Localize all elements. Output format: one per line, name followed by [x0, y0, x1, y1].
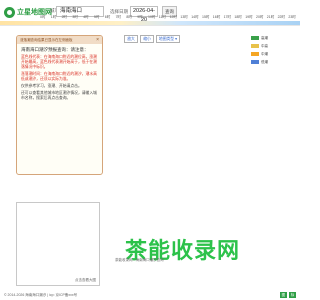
thumbnail-caption: 点击查看大图 [75, 278, 96, 282]
tide-hour-tick: 23时 [288, 15, 296, 19]
tide-hour-tick: 4时 [83, 15, 89, 19]
tide-info-panel: 涨落潮查询结果已显示在左侧面板 × 海南海口潮汐预报查询：请注意： 蓝色线代表：… [16, 35, 103, 175]
legend-label: 低潮 [261, 60, 268, 64]
tide-hour-tick: 7时 [115, 15, 122, 19]
footer-icons: 图 标 [279, 292, 296, 298]
panel-paragraph-1: 蓝色线代表：在海南海口附近的潮位高，涨潮开始最高，蓝色线代表潮开始高于，低于在潮… [21, 55, 97, 69]
tide-hour-tick: 15时 [202, 15, 210, 19]
legend-item: 低潮 [251, 59, 281, 65]
tide-hour-tick: 6时 [104, 15, 111, 19]
tide-hour-tick: 9时 [137, 15, 143, 19]
tide-hour-tick: 21时 [266, 15, 275, 19]
watermark-subtext: 茶能收录网 - 海南海口潮汐查询 [115, 258, 164, 262]
legend-swatch [251, 60, 259, 64]
tide-hour-tick: 2时 [61, 15, 68, 19]
tide-hour-tick: 22时 [277, 15, 285, 19]
tide-hour-tick: 16时 [212, 15, 221, 19]
footer-icon-1[interactable]: 图 [279, 292, 287, 298]
legend-label: 中高 [261, 44, 268, 48]
tide-hour-tick: 18时 [234, 15, 242, 19]
panel-header: 涨落潮查询结果已显示在左侧面板 [17, 36, 102, 44]
tide-legend: 高潮 中高 中潮 低潮 [251, 35, 281, 67]
tide-hour-tick: 8时 [126, 15, 132, 19]
panel-paragraph-4: 还可以查看其他城市地区潮汐情况，请输入城市名称，搜索后再点击查询。 [21, 91, 97, 100]
panel-title: 海南海口潮汐预报查询：请注意： [21, 47, 89, 52]
legend-item: 中潮 [251, 51, 281, 57]
tide-hour-tick: 1时 [50, 15, 57, 19]
tide-hour-tick: 10时 [148, 15, 156, 19]
tide-hour-tick: 17时 [223, 15, 231, 19]
close-icon[interactable]: × [96, 37, 99, 43]
legend-label: 中潮 [261, 52, 268, 56]
tide-time-strip: 0时 1时 2时 3时 4时 5时 6时 7时 8时 9时 10时 11时 12时 13时 14时 15时 16… [0, 13, 300, 26]
tide-hour-tick: 11时 [158, 15, 166, 19]
panel-paragraph-3: 仅供参考学习，涨潮、开始请点击。 [21, 84, 82, 88]
legend-label: 高潮 [261, 36, 268, 40]
tide-hour-tick: 3时 [72, 15, 78, 19]
footer-copyright: © 2014-2026 海南海口潮汐 | icp: 京ICP备xxx号 [4, 293, 78, 297]
tide-hour-tick: 19时 [245, 15, 253, 19]
legend-item: 中高 [251, 43, 281, 49]
tide-gradient-bar [0, 21, 300, 25]
legend-swatch [251, 52, 259, 56]
tide-hour-tick: 12时 [169, 15, 177, 19]
footer: © 2014-2026 海南海口潮汐 | icp: 京ICP备xxx号 图 标 [0, 290, 300, 300]
tide-hour-tick: 0时 [40, 15, 46, 19]
legend-item: 高潮 [251, 35, 281, 41]
zoom-in-button[interactable]: 放大 [124, 35, 138, 43]
map-type-select[interactable]: 地图类型 ▾ [156, 35, 180, 43]
panel-body: 海南海口潮汐预报查询：请注意： 蓝色线代表：在海南海口附近的潮位高，涨潮开始最高… [17, 44, 102, 106]
footer-icon-2[interactable]: 标 [289, 292, 296, 298]
tide-hour-tick: 13时 [180, 15, 188, 19]
legend-swatch [251, 36, 259, 40]
tide-hour-tick: 5时 [94, 15, 100, 19]
zoom-out-button[interactable]: 缩小 [140, 35, 154, 43]
legend-swatch [251, 44, 259, 48]
tide-hour-tick: 20时 [256, 15, 264, 19]
watermark: 茶能收录网 茶能收录网 - 海南海口潮汐查询 [115, 230, 265, 270]
tide-hour-tick: 14时 [191, 15, 199, 19]
panel-paragraph-2: 涨落潮时间：在海南海口附近的潮汐，潮水高低或潮汐，还须以实际为准。 [21, 72, 97, 81]
map-thumbnail[interactable]: 点击查看大图 [16, 202, 100, 286]
